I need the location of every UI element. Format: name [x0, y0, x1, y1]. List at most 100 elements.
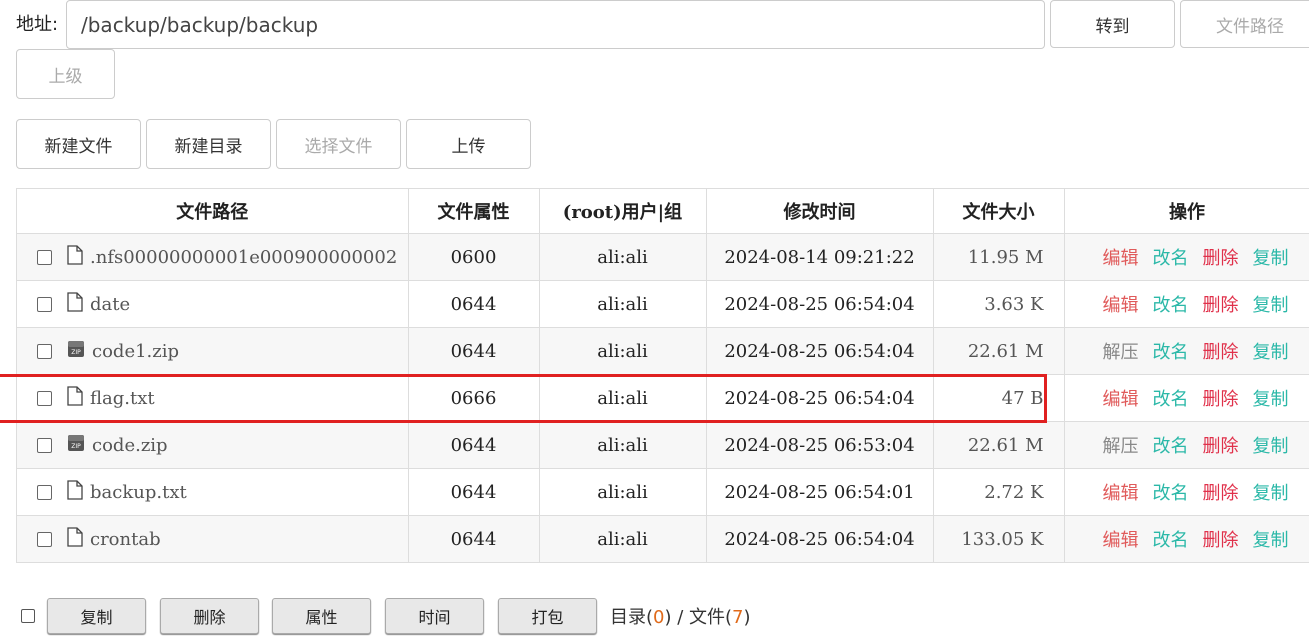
- delete-link[interactable]: 删除: [1203, 389, 1239, 410]
- cell-mtime[interactable]: 2024-08-25 06:54:01: [706, 468, 934, 516]
- address-input[interactable]: /backup/backup/backup: [66, 0, 1045, 49]
- upload-button[interactable]: 上传: [406, 119, 531, 169]
- cell-owner: ali:ali: [539, 421, 707, 469]
- delete-link[interactable]: 删除: [1203, 342, 1239, 363]
- edit-link[interactable]: 编辑: [1103, 530, 1139, 551]
- cell-perm[interactable]: 0644: [408, 468, 540, 516]
- cell-perm[interactable]: 0644: [408, 280, 540, 328]
- rename-link[interactable]: 改名: [1153, 248, 1189, 269]
- choose-file-button[interactable]: 选择文件: [276, 119, 401, 169]
- row-checkbox[interactable]: [37, 249, 52, 265]
- cell-perm[interactable]: 0600: [408, 233, 540, 281]
- file-name-link[interactable]: crontab: [90, 529, 161, 550]
- cell-perm[interactable]: 0644: [408, 515, 540, 562]
- cell-ops: 解压 改名 删除 复制: [1064, 327, 1309, 375]
- cell-size: 2.72 K: [933, 468, 1065, 516]
- table-row: ZIP code.zip 0644 ali:ali 2024-08-25 06:53:0…: [17, 421, 1309, 469]
- file-name-link[interactable]: backup.txt: [90, 482, 187, 503]
- select-all-checkbox[interactable]: [21, 609, 35, 623]
- cell-mtime[interactable]: 2024-08-25 06:54:04: [706, 327, 934, 375]
- delete-link[interactable]: 删除: [1203, 436, 1239, 457]
- cell-ops: 解压 改名 删除 复制: [1064, 421, 1309, 469]
- unzip-link[interactable]: 解压: [1103, 342, 1139, 363]
- cell-path: date: [17, 280, 409, 328]
- row-checkbox[interactable]: [37, 531, 52, 547]
- file-name-link[interactable]: date: [90, 294, 130, 315]
- cell-mtime[interactable]: 2024-08-25 06:54:04: [706, 515, 934, 562]
- rename-link[interactable]: 改名: [1153, 530, 1189, 551]
- address-label: 地址:: [16, 14, 59, 35]
- pack-button[interactable]: 打包: [498, 598, 597, 634]
- rename-link[interactable]: 改名: [1153, 483, 1189, 504]
- cell-mtime[interactable]: 2024-08-14 09:21:22: [706, 233, 934, 281]
- cell-ops: 编辑 改名 删除 复制: [1064, 468, 1309, 516]
- file-name-link[interactable]: .nfs00000000001e000900000002: [90, 247, 397, 268]
- file-name-link[interactable]: code.zip: [92, 435, 168, 456]
- row-checkbox[interactable]: [37, 296, 52, 312]
- highlight-box: [0, 374, 1047, 423]
- file-name-link[interactable]: code1.zip: [92, 341, 179, 362]
- copy-link[interactable]: 复制: [1253, 295, 1289, 316]
- copy-link[interactable]: 复制: [1253, 248, 1289, 269]
- delete-link[interactable]: 删除: [1203, 248, 1239, 269]
- copy-button[interactable]: 复制: [47, 598, 146, 634]
- copy-link[interactable]: 复制: [1253, 483, 1289, 504]
- edit-link[interactable]: 编辑: [1103, 248, 1139, 269]
- time-button[interactable]: 时间: [385, 598, 484, 634]
- delete-link[interactable]: 删除: [1203, 530, 1239, 551]
- new-dir-button[interactable]: 新建目录: [146, 119, 271, 169]
- edit-link[interactable]: 编辑: [1103, 295, 1139, 316]
- edit-link[interactable]: 编辑: [1103, 483, 1139, 504]
- up-level-button[interactable]: 上级: [16, 49, 115, 99]
- delete-link[interactable]: 删除: [1203, 483, 1239, 504]
- table-row: .nfs00000000001e000900000002 0600 ali:ali 2…: [17, 233, 1309, 281]
- row-checkbox[interactable]: [37, 484, 52, 500]
- copy-link[interactable]: 复制: [1253, 342, 1289, 363]
- file-icon: [66, 291, 84, 317]
- copy-link[interactable]: 复制: [1253, 530, 1289, 551]
- header-ops: 操作: [1064, 189, 1309, 234]
- edit-link[interactable]: 编辑: [1103, 389, 1139, 410]
- summary-text: 目录(0) / 文件(7): [610, 603, 751, 629]
- filepath-button[interactable]: 文件路径: [1180, 0, 1309, 48]
- unzip-link[interactable]: 解压: [1103, 436, 1139, 457]
- table-row: ZIP code1.zip 0644 ali:ali 2024-08-25 06:54:…: [17, 327, 1309, 375]
- cell-mtime[interactable]: 2024-08-25 06:54:04: [706, 280, 934, 328]
- svg-text:ZIP: ZIP: [71, 349, 81, 356]
- svg-text:ZIP: ZIP: [71, 443, 81, 450]
- rename-link[interactable]: 改名: [1153, 342, 1189, 363]
- cell-perm[interactable]: 0644: [408, 327, 540, 375]
- cell-path: .nfs00000000001e000900000002: [17, 233, 409, 281]
- copy-link[interactable]: 复制: [1253, 436, 1289, 457]
- file-icon: [66, 244, 84, 270]
- cell-ops: 编辑 改名 删除 复制: [1064, 280, 1309, 328]
- file-count: 7: [732, 607, 744, 628]
- cell-owner: ali:ali: [539, 280, 707, 328]
- rename-link[interactable]: 改名: [1153, 295, 1189, 316]
- cell-path: ZIP code1.zip: [17, 327, 409, 375]
- cell-size: 22.61 M: [933, 421, 1065, 469]
- cell-owner: ali:ali: [539, 515, 707, 562]
- cell-ops: 编辑 改名 删除 复制: [1064, 515, 1309, 562]
- delete-link[interactable]: 删除: [1203, 295, 1239, 316]
- copy-link[interactable]: 复制: [1253, 389, 1289, 410]
- rename-link[interactable]: 改名: [1153, 436, 1189, 457]
- row-checkbox[interactable]: [37, 343, 52, 359]
- file-icon: [66, 479, 84, 505]
- cell-mtime[interactable]: 2024-08-25 06:53:04: [706, 421, 934, 469]
- new-file-button[interactable]: 新建文件: [16, 119, 141, 169]
- cell-owner: ali:ali: [539, 468, 707, 516]
- delete-button[interactable]: 删除: [160, 598, 259, 634]
- rename-link[interactable]: 改名: [1153, 389, 1189, 410]
- row-checkbox[interactable]: [37, 437, 52, 453]
- attr-button[interactable]: 属性: [272, 598, 371, 634]
- cell-path: backup.txt: [17, 468, 409, 516]
- file-icon: [66, 526, 84, 552]
- summary-dir-label: 目录(: [610, 607, 654, 628]
- summary-end: ): [743, 607, 751, 628]
- cell-ops: 编辑 改名 删除 复制: [1064, 233, 1309, 281]
- cell-size: 133.05 K: [933, 515, 1065, 562]
- cell-perm[interactable]: 0644: [408, 421, 540, 469]
- goto-button[interactable]: 转到: [1050, 0, 1175, 48]
- zip-icon: ZIP: [66, 339, 86, 364]
